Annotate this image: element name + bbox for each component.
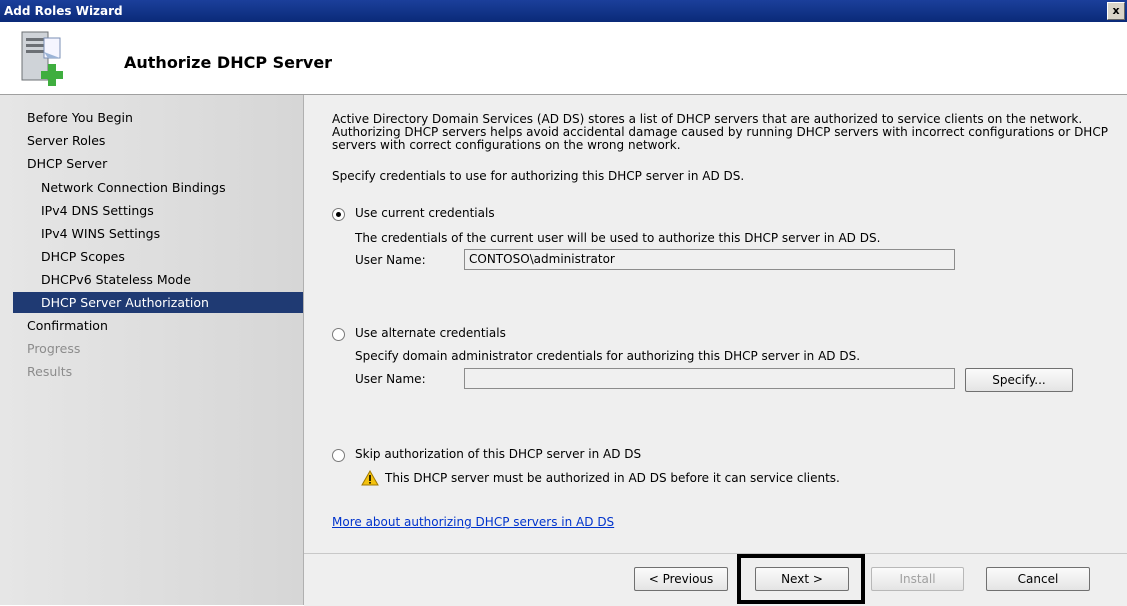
alternate-username-field[interactable] [464,368,955,389]
skip-authorization-radio[interactable] [332,449,345,462]
cancel-button[interactable]: Cancel [986,567,1090,591]
title-bar: Add Roles Wizard x [0,0,1127,22]
instruction-text: Specify credentials to use for authorizi… [332,169,745,183]
sidebar-item-results: Results [27,364,73,379]
current-credentials-description: The credentials of the current user will… [355,231,881,245]
warning-icon [361,470,379,486]
close-button[interactable]: x [1107,2,1125,20]
sidebar-item-ipv4-wins-settings[interactable]: IPv4 WINS Settings [41,223,160,244]
sidebar-item-dhcp-server[interactable]: DHCP Server [27,153,107,174]
wizard-header: Authorize DHCP Server [0,22,1127,95]
sidebar-item-ipv4-dns-settings[interactable]: IPv4 DNS Settings [41,200,154,221]
sidebar-item-dhcp-scopes[interactable]: DHCP Scopes [41,246,125,267]
alternate-credentials-description: Specify domain administrator credentials… [355,349,861,363]
server-add-icon [21,31,63,86]
current-username-label: User Name: [355,253,426,267]
more-info-link[interactable]: More about authorizing DHCP servers in A… [332,515,614,529]
next-button-highlight [737,554,865,604]
previous-button[interactable]: < Previous [634,567,728,591]
sidebar-item-confirmation[interactable]: Confirmation [27,315,108,336]
use-alternate-credentials-label[interactable]: Use alternate credentials [355,326,506,340]
wizard-sidebar: Before You Begin Server Roles DHCP Serve… [0,95,304,605]
specify-button[interactable]: Specify... [965,368,1073,392]
sidebar-item-dhcpv6-stateless-mode[interactable]: DHCPv6 Stateless Mode [41,269,191,290]
use-current-credentials-radio[interactable] [332,208,345,221]
sidebar-item-network-connection-bindings[interactable]: Network Connection Bindings [41,177,226,198]
skip-authorization-label[interactable]: Skip authorization of this DHCP server i… [355,447,641,461]
use-current-credentials-label[interactable]: Use current credentials [355,206,495,220]
window-title: Add Roles Wizard [4,4,123,18]
current-username-field: CONTOSO\administrator [464,249,955,270]
skip-warning-text: This DHCP server must be authorized in A… [385,471,840,485]
sidebar-item-dhcp-server-authorization[interactable]: DHCP Server Authorization [13,292,303,313]
install-button: Install [871,567,964,591]
page-title: Authorize DHCP Server [124,53,333,72]
wizard-content: Active Directory Domain Services (AD DS)… [304,95,1127,553]
intro-text: Active Directory Domain Services (AD DS)… [332,112,1108,152]
sidebar-item-before-you-begin[interactable]: Before You Begin [27,107,133,128]
sidebar-item-server-roles[interactable]: Server Roles [27,130,105,151]
wizard-footer: < Previous Next > Install Cancel [304,553,1127,606]
sidebar-item-progress: Progress [27,341,81,356]
alternate-username-label: User Name: [355,372,426,386]
use-alternate-credentials-radio[interactable] [332,328,345,341]
